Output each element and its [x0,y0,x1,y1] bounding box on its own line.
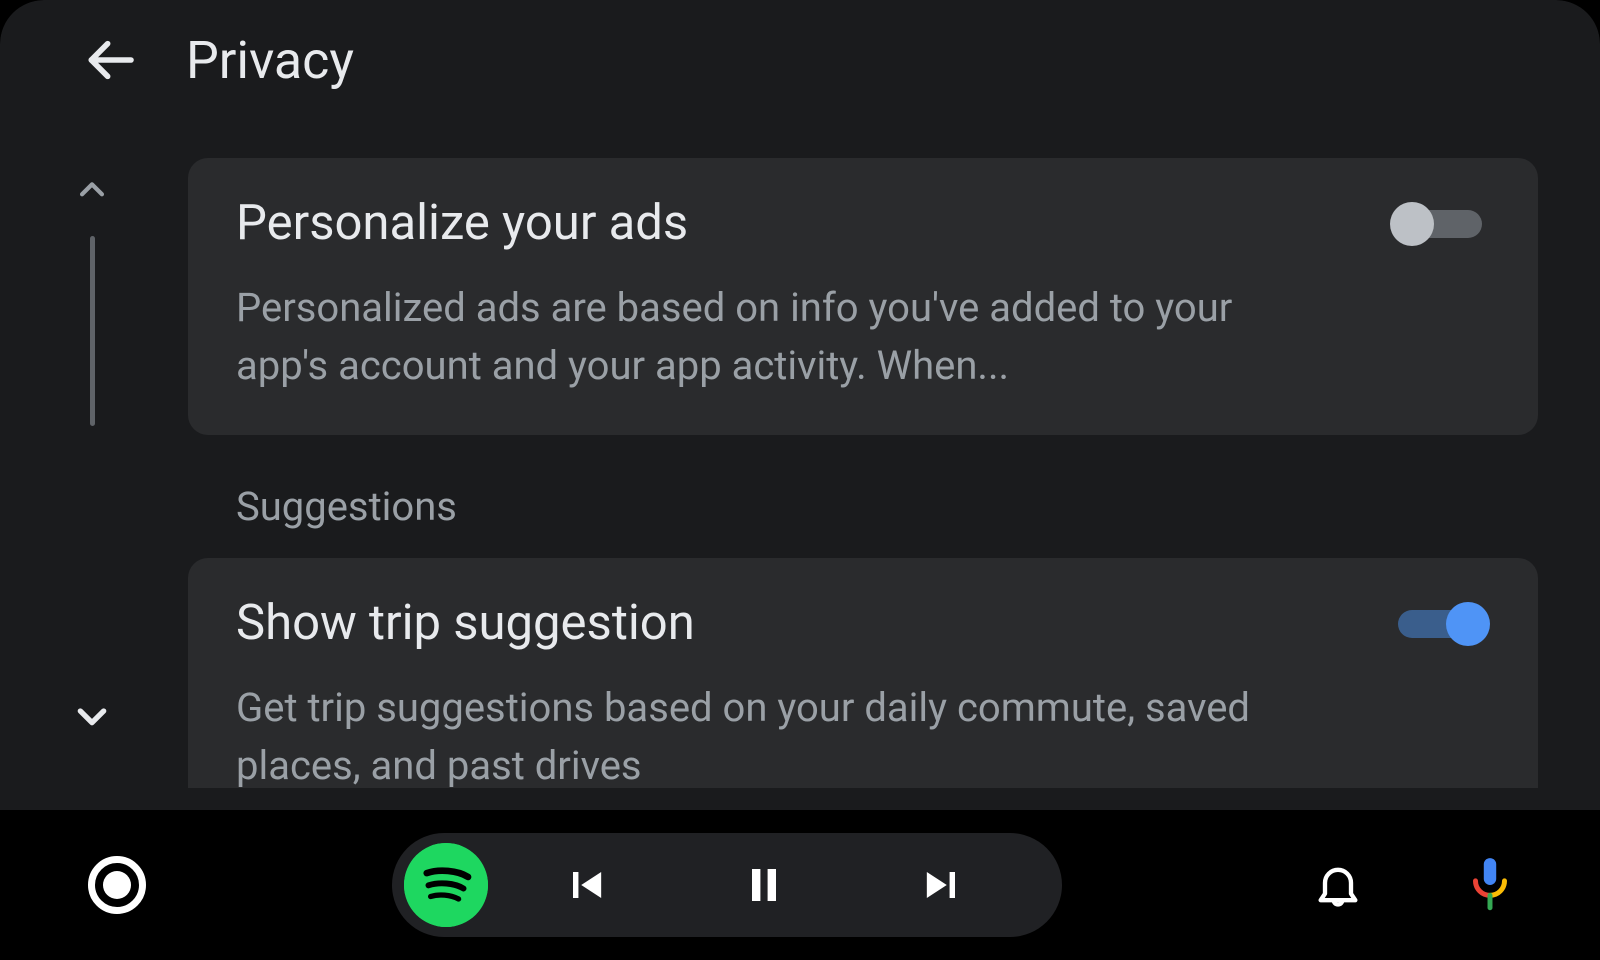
media-controls [392,833,1062,937]
scroll-indicator [64,170,120,736]
scroll-up-button[interactable] [72,170,112,210]
pause-icon [740,861,788,909]
setting-text: Show trip suggestion Get trip suggestion… [236,594,1286,788]
section-label-suggestions: Suggestions [236,483,1538,530]
screen: Privacy Personalize your ads Personalize… [0,0,1600,960]
system-bar [0,810,1600,960]
setting-personalize-ads[interactable]: Personalize your ads Personalized ads ar… [188,158,1538,435]
setting-text: Personalize your ads Personalized ads ar… [236,194,1286,395]
scroll-down-button[interactable] [72,696,112,736]
system-bar-right [1308,855,1520,915]
setting-row: Personalize your ads Personalized ads ar… [236,194,1490,395]
chevron-down-icon [72,696,112,736]
setting-title: Show trip suggestion [236,594,1286,651]
spotify-icon [404,843,488,927]
setting-description: Personalized ads are based on info you'v… [236,279,1286,395]
toggle-thumb [1390,202,1434,246]
toggle-show-trip-suggestion[interactable] [1390,600,1490,648]
skip-previous-icon [560,859,612,911]
setting-title: Personalize your ads [236,194,1286,251]
setting-row: Show trip suggestion Get trip suggestion… [236,594,1490,788]
chevron-up-icon [75,173,109,207]
previous-track-button[interactable] [506,845,666,925]
home-button[interactable] [88,856,146,914]
assistant-mic-button[interactable] [1460,855,1520,915]
toggle-thumb [1446,602,1490,646]
back-arrow-icon [82,32,138,88]
skip-next-icon [916,859,968,911]
setting-description: Get trip suggestions based on your daily… [236,679,1286,788]
setting-show-trip-suggestion[interactable]: Show trip suggestion Get trip suggestion… [188,558,1538,788]
next-track-button[interactable] [862,845,1022,925]
settings-list: Personalize your ads Personalized ads ar… [188,158,1538,810]
bell-icon [1312,859,1364,911]
settings-panel: Privacy Personalize your ads Personalize… [0,0,1600,810]
header: Privacy [0,0,1600,112]
page-title: Privacy [186,30,354,91]
media-app-spotify[interactable] [404,843,488,927]
toggle-personalize-ads[interactable] [1390,200,1490,248]
scroll-track [90,236,95,426]
google-mic-icon [1465,856,1515,914]
play-pause-button[interactable] [684,845,844,925]
back-button[interactable] [78,28,142,92]
notifications-button[interactable] [1308,855,1368,915]
